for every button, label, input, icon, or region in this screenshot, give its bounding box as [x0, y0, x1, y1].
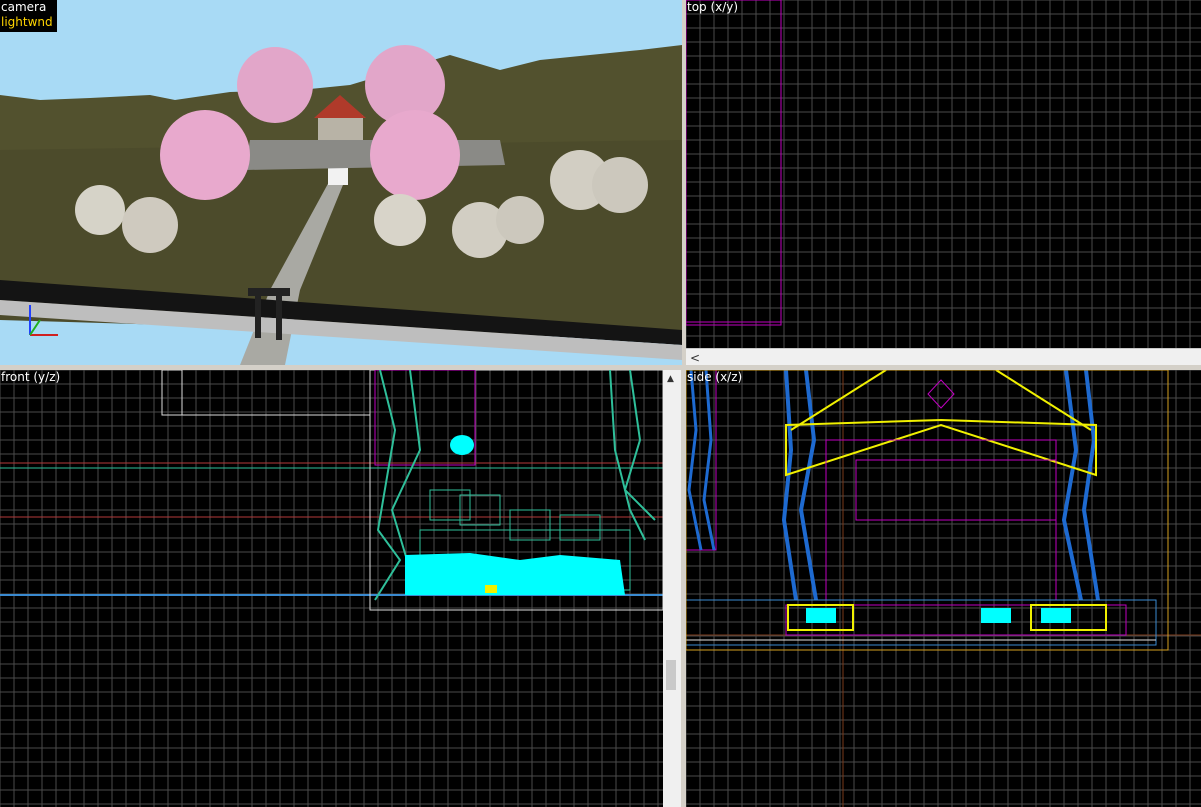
front-wireframe — [0, 370, 663, 611]
front-vertical-scrollbar[interactable]: ▲ — [663, 370, 681, 807]
front-title: front (y/z) — [1, 370, 61, 384]
scroll-left-icon[interactable]: < — [690, 351, 700, 365]
scroll-thumb[interactable] — [666, 660, 676, 690]
top-viewport[interactable]: top (x/y) — [686, 0, 1201, 348]
camera-title: camera — [1, 0, 47, 14]
top-wireframe — [686, 0, 782, 326]
scroll-up-icon[interactable]: ▲ — [667, 374, 674, 384]
side-viewport[interactable]: side (x/z) — [686, 370, 1201, 807]
top-title: top (x/y) — [687, 0, 739, 14]
front-viewport[interactable]: front (y/z) — [0, 370, 663, 807]
side-wireframe — [686, 370, 1201, 807]
camera-scene — [0, 45, 682, 365]
camera-viewport[interactable]: camera lightwnd — [0, 0, 682, 365]
top-horizontal-scrollbar[interactable]: < — [686, 348, 1201, 366]
camera-mode: lightwnd — [1, 15, 53, 29]
side-title: side (x/z) — [687, 370, 743, 384]
camera-label: camera lightwnd — [0, 0, 57, 32]
